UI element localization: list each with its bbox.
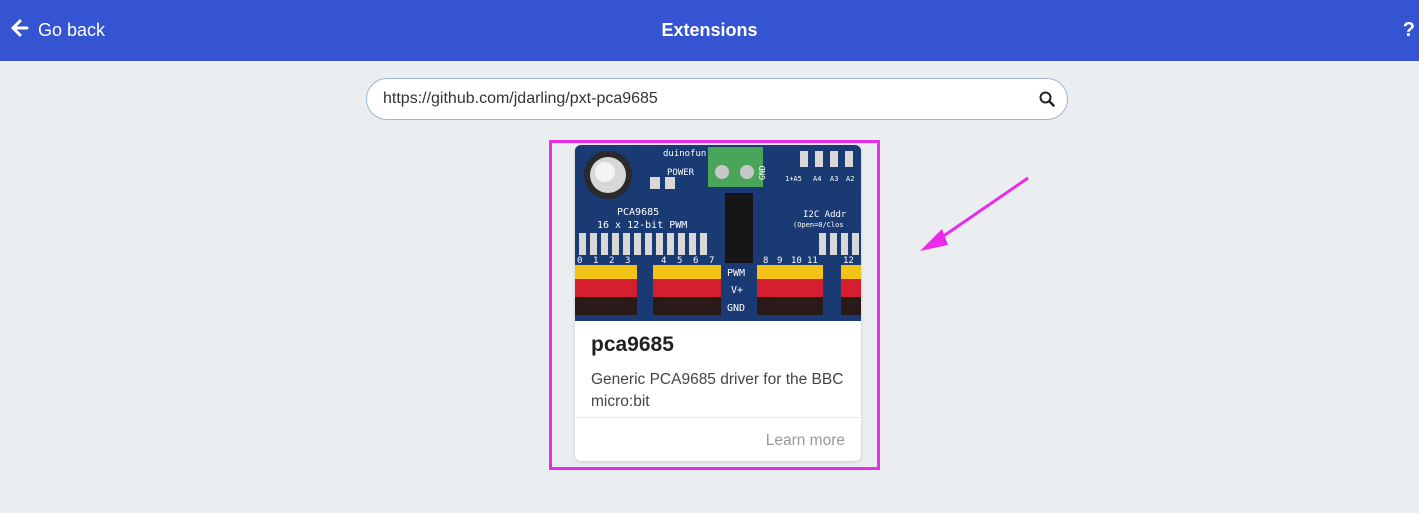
go-back-button[interactable]: Go back [10,0,105,61]
svg-text:(Open=0/Clos: (Open=0/Clos [793,221,844,229]
svg-text:PCA9685: PCA9685 [617,207,659,218]
search-box [366,78,1068,120]
page-title: Extensions [661,20,758,40]
svg-text:5: 5 [677,256,682,266]
svg-text:12: 12 [843,256,854,266]
board-image: duinofun POWER PCA9685 16 x 12-bit PWM I… [575,145,861,321]
extension-card[interactable]: duinofun POWER PCA9685 16 x 12-bit PWM I… [575,145,861,461]
svg-text:11: 11 [807,256,818,266]
svg-text:3: 3 [625,256,630,266]
card-description: Generic PCA9685 driver for the BBC micro… [591,371,844,410]
svg-text:16 x 12-bit PWM: 16 x 12-bit PWM [597,220,687,231]
svg-text:GND: GND [727,303,745,314]
svg-text:A4: A4 [813,175,821,183]
svg-text:A3: A3 [830,175,838,183]
card-title: pca9685 [591,333,674,356]
top-bar: Go back Extensions ? [0,0,1419,61]
card-divider [575,417,861,418]
svg-text:V+: V+ [731,285,743,296]
arrow-left-icon [10,18,30,43]
svg-text:7: 7 [709,256,714,266]
svg-text:1+A5: 1+A5 [785,175,802,183]
svg-text:1: 1 [593,256,598,266]
svg-text:I2C Addr: I2C Addr [803,210,847,220]
help-button[interactable]: ? [1403,0,1415,61]
svg-text:8: 8 [763,256,768,266]
svg-text:6: 6 [693,256,698,266]
search-input[interactable] [367,78,1027,120]
svg-text:2: 2 [609,256,614,266]
svg-text:GND: GND [758,165,767,180]
svg-text:POWER: POWER [667,168,695,178]
go-back-label: Go back [38,20,106,40]
svg-text:PWM: PWM [727,268,745,279]
pointer-arrow-icon [920,176,1029,251]
learn-more-link[interactable]: Learn more [766,432,845,450]
svg-text:duinofun: duinofun [663,149,706,159]
svg-text:A2: A2 [846,175,854,183]
svg-text:0: 0 [577,256,582,266]
svg-text:9: 9 [777,256,782,266]
svg-text:4: 4 [661,256,666,266]
search-icon [1039,91,1055,107]
svg-text:10: 10 [791,256,802,266]
search-button[interactable] [1027,79,1067,119]
